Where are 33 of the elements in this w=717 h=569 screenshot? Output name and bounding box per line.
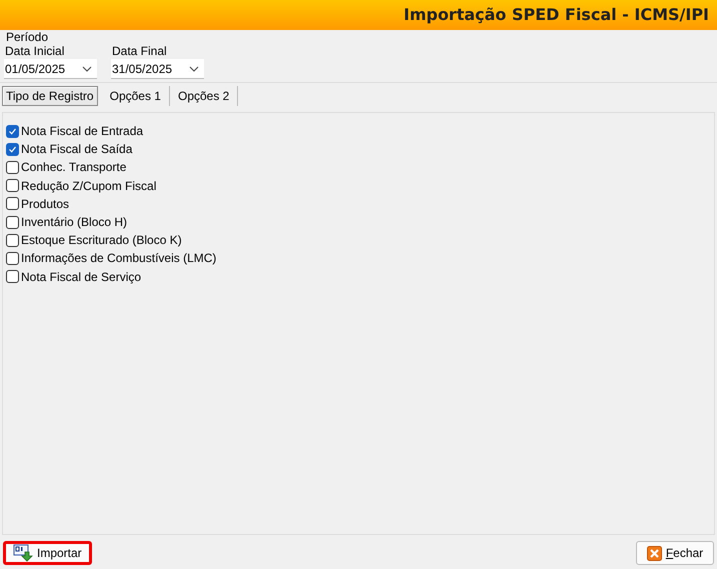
date-field[interactable]: 31/05/2025 xyxy=(111,59,204,79)
checkbox[interactable] xyxy=(6,160,19,174)
checkbox[interactable] xyxy=(6,270,19,284)
checkbox-label: Estoque Escriturado (Bloco K) xyxy=(21,232,182,250)
date-field[interactable]: 01/05/2025 xyxy=(4,59,97,79)
checkbox[interactable] xyxy=(6,216,19,229)
checkbox[interactable] xyxy=(6,252,19,265)
checkbox[interactable] xyxy=(6,234,19,247)
checkbox-label: Nota Fiscal de Saída xyxy=(21,141,132,158)
tab[interactable]: Opções 1 xyxy=(102,86,170,106)
field-label: Data Final xyxy=(112,44,168,59)
checkbox-label: Nota Fiscal de Serviço xyxy=(21,268,142,286)
checkbox-label: Produtos xyxy=(21,196,70,213)
close-button[interactable]: Fechar xyxy=(636,541,714,565)
checkbox[interactable] xyxy=(6,179,19,192)
checkbox-label: Informações de Combustíveis (LMC) xyxy=(21,250,216,268)
tab[interactable]: Tipo de Registro xyxy=(2,86,98,106)
tab[interactable]: Opções 2 xyxy=(170,86,238,106)
import-button[interactable]: Importar xyxy=(3,541,92,565)
field-label: Data Inicial xyxy=(5,44,66,59)
window-title: Importação SPED Fiscal - ICMS/IPI xyxy=(404,4,709,26)
checkbox-label: Inventário (Bloco H) xyxy=(21,214,128,232)
import-icon xyxy=(13,544,33,562)
checkbox[interactable] xyxy=(6,124,19,138)
checkbox-label: Nota Fiscal de Entrada xyxy=(21,123,144,140)
close-icon xyxy=(646,546,662,560)
chevron-down-icon xyxy=(189,66,199,72)
checkbox[interactable] xyxy=(6,197,19,210)
chevron-down-icon xyxy=(82,66,92,72)
checkbox-label: Conhec. Transporte xyxy=(21,159,126,176)
checkbox[interactable] xyxy=(6,142,19,156)
checkbox-label: Redução Z/Cupom Fiscal xyxy=(21,178,156,195)
group-label: Período xyxy=(6,31,50,44)
